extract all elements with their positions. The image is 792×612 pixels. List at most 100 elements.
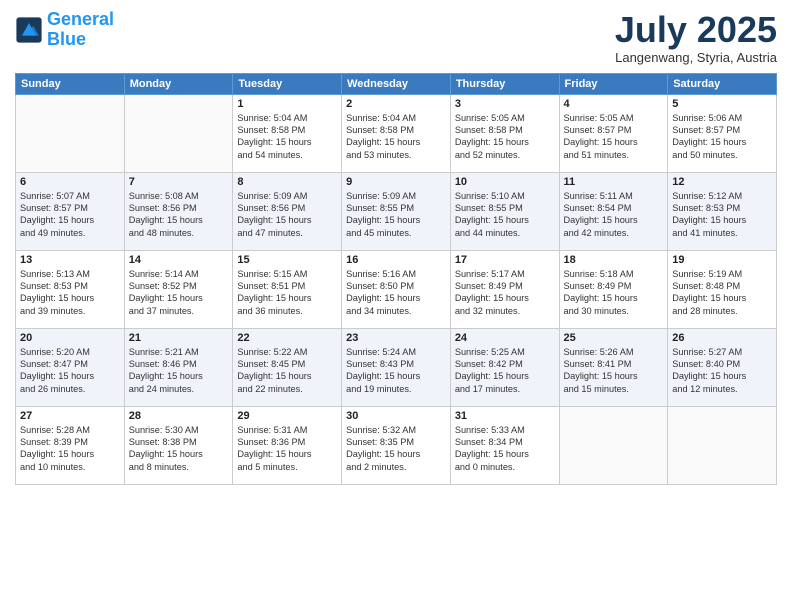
day-number: 11 [564,176,664,188]
day-number: 9 [346,176,446,188]
day-number: 28 [129,410,229,422]
calendar-week-row: 6 Sunrise: 5:07 AM Sunset: 8:57 PM Daylig… [16,172,777,250]
calendar-cell: 31Sunrise: 5:33 AM Sunset: 8:34 PM Dayli… [450,406,559,484]
weekday-header: Thursday [450,73,559,94]
day-info: Sunrise: 5:20 AM Sunset: 8:47 PM Dayligh… [20,346,120,396]
calendar-cell: 22Sunrise: 5:22 AM Sunset: 8:45 PM Dayli… [233,328,342,406]
calendar-cell: 27 Sunrise: 5:28 AM Sunset: 8:39 PM Dayli… [16,406,125,484]
day-info: Sunrise: 5:26 AM Sunset: 8:41 PM Dayligh… [564,346,664,396]
day-number: 5 [672,98,772,110]
day-info: Sunrise: 5:04 AM Sunset: 8:58 PM Dayligh… [346,112,446,162]
day-info: Sunrise: 5:04 AM Sunset: 8:58 PM Dayligh… [237,112,337,162]
calendar-cell: 7 Sunrise: 5:08 AM Sunset: 8:56 PM Daylig… [124,172,233,250]
day-number: 14 [129,254,229,266]
day-number: 6 [20,176,120,188]
day-number: 31 [455,410,555,422]
day-number: 2 [346,98,446,110]
day-info: Sunrise: 5:16 AM Sunset: 8:50 PM Dayligh… [346,268,446,318]
weekday-header: Sunday [16,73,125,94]
calendar-cell: 4Sunrise: 5:05 AM Sunset: 8:57 PM Daylig… [559,94,668,172]
day-info: Sunrise: 5:11 AM Sunset: 8:54 PM Dayligh… [564,190,664,240]
day-number: 13 [20,254,120,266]
day-info: Sunrise: 5:13 AM Sunset: 8:53 PM Dayligh… [20,268,120,318]
calendar-cell: 24 Sunrise: 5:25 AM Sunset: 8:42 PM Dayli… [450,328,559,406]
day-number: 10 [455,176,555,188]
day-number: 21 [129,332,229,344]
logo: General Blue [15,10,114,50]
day-info: Sunrise: 5:18 AM Sunset: 8:49 PM Dayligh… [564,268,664,318]
day-number: 25 [564,332,664,344]
calendar-cell [668,406,777,484]
day-number: 3 [455,98,555,110]
calendar-week-row: 27 Sunrise: 5:28 AM Sunset: 8:39 PM Dayli… [16,406,777,484]
calendar-header-row: SundayMondayTuesdayWednesdayThursdayFrid… [16,73,777,94]
weekday-header: Tuesday [233,73,342,94]
calendar-cell: 28 Sunrise: 5:30 AM Sunset: 8:38 PM Dayli… [124,406,233,484]
calendar-cell: 18Sunrise: 5:18 AM Sunset: 8:49 PM Dayli… [559,250,668,328]
day-number: 7 [129,176,229,188]
calendar-cell: 17Sunrise: 5:17 AM Sunset: 8:49 PM Dayli… [450,250,559,328]
day-info: Sunrise: 5:08 AM Sunset: 8:56 PM Dayligh… [129,190,229,240]
weekday-header: Wednesday [342,73,451,94]
day-number: 17 [455,254,555,266]
calendar-week-row: 20 Sunrise: 5:20 AM Sunset: 8:47 PM Dayli… [16,328,777,406]
day-number: 15 [237,254,337,266]
calendar-cell: 13 Sunrise: 5:13 AM Sunset: 8:53 PM Dayli… [16,250,125,328]
day-info: Sunrise: 5:09 AM Sunset: 8:55 PM Dayligh… [346,190,446,240]
day-number: 30 [346,410,446,422]
day-info: Sunrise: 5:09 AM Sunset: 8:56 PM Dayligh… [237,190,337,240]
logo-text: General Blue [47,10,114,50]
title-block: July 2025 Langenwang, Styria, Austria [615,10,777,65]
day-info: Sunrise: 5:21 AM Sunset: 8:46 PM Dayligh… [129,346,229,396]
day-info: Sunrise: 5:28 AM Sunset: 8:39 PM Dayligh… [20,424,120,474]
calendar-cell: 2 Sunrise: 5:04 AM Sunset: 8:58 PM Daylig… [342,94,451,172]
calendar-cell: 20 Sunrise: 5:20 AM Sunset: 8:47 PM Dayli… [16,328,125,406]
day-info: Sunrise: 5:24 AM Sunset: 8:43 PM Dayligh… [346,346,446,396]
day-number: 20 [20,332,120,344]
calendar-cell: 16 Sunrise: 5:16 AM Sunset: 8:50 PM Dayli… [342,250,451,328]
calendar-cell [124,94,233,172]
calendar-cell [559,406,668,484]
day-number: 12 [672,176,772,188]
calendar-cell: 3Sunrise: 5:05 AM Sunset: 8:58 PM Daylig… [450,94,559,172]
calendar-cell: 1Sunrise: 5:04 AM Sunset: 8:58 PM Daylig… [233,94,342,172]
day-number: 24 [455,332,555,344]
day-info: Sunrise: 5:06 AM Sunset: 8:57 PM Dayligh… [672,112,772,162]
day-info: Sunrise: 5:07 AM Sunset: 8:57 PM Dayligh… [20,190,120,240]
calendar-cell [16,94,125,172]
day-number: 23 [346,332,446,344]
calendar-cell: 12 Sunrise: 5:12 AM Sunset: 8:53 PM Dayli… [668,172,777,250]
day-number: 27 [20,410,120,422]
day-info: Sunrise: 5:31 AM Sunset: 8:36 PM Dayligh… [237,424,337,474]
calendar-body: 1Sunrise: 5:04 AM Sunset: 8:58 PM Daylig… [16,94,777,484]
calendar-cell: 29Sunrise: 5:31 AM Sunset: 8:36 PM Dayli… [233,406,342,484]
calendar-week-row: 13 Sunrise: 5:13 AM Sunset: 8:53 PM Dayli… [16,250,777,328]
weekday-header: Monday [124,73,233,94]
day-info: Sunrise: 5:12 AM Sunset: 8:53 PM Dayligh… [672,190,772,240]
page: General Blue July 2025 Langenwang, Styri… [0,0,792,612]
weekday-header: Friday [559,73,668,94]
day-info: Sunrise: 5:30 AM Sunset: 8:38 PM Dayligh… [129,424,229,474]
calendar-cell: 23 Sunrise: 5:24 AM Sunset: 8:43 PM Dayli… [342,328,451,406]
calendar-cell: 15 Sunrise: 5:15 AM Sunset: 8:51 PM Dayli… [233,250,342,328]
day-number: 19 [672,254,772,266]
calendar-cell: 6 Sunrise: 5:07 AM Sunset: 8:57 PM Daylig… [16,172,125,250]
calendar-cell: 10Sunrise: 5:10 AM Sunset: 8:55 PM Dayli… [450,172,559,250]
day-info: Sunrise: 5:19 AM Sunset: 8:48 PM Dayligh… [672,268,772,318]
calendar-cell: 21 Sunrise: 5:21 AM Sunset: 8:46 PM Dayli… [124,328,233,406]
day-number: 16 [346,254,446,266]
day-info: Sunrise: 5:15 AM Sunset: 8:51 PM Dayligh… [237,268,337,318]
day-info: Sunrise: 5:25 AM Sunset: 8:42 PM Dayligh… [455,346,555,396]
logo-icon [15,16,43,44]
calendar-cell: 19 Sunrise: 5:19 AM Sunset: 8:48 PM Dayli… [668,250,777,328]
location-subtitle: Langenwang, Styria, Austria [615,50,777,65]
calendar-cell: 14Sunrise: 5:14 AM Sunset: 8:52 PM Dayli… [124,250,233,328]
calendar-cell: 26 Sunrise: 5:27 AM Sunset: 8:40 PM Dayli… [668,328,777,406]
day-info: Sunrise: 5:22 AM Sunset: 8:45 PM Dayligh… [237,346,337,396]
day-info: Sunrise: 5:27 AM Sunset: 8:40 PM Dayligh… [672,346,772,396]
weekday-header: Saturday [668,73,777,94]
calendar-cell: 11 Sunrise: 5:11 AM Sunset: 8:54 PM Dayli… [559,172,668,250]
day-number: 26 [672,332,772,344]
calendar-cell: 30Sunrise: 5:32 AM Sunset: 8:35 PM Dayli… [342,406,451,484]
day-info: Sunrise: 5:05 AM Sunset: 8:57 PM Dayligh… [564,112,664,162]
